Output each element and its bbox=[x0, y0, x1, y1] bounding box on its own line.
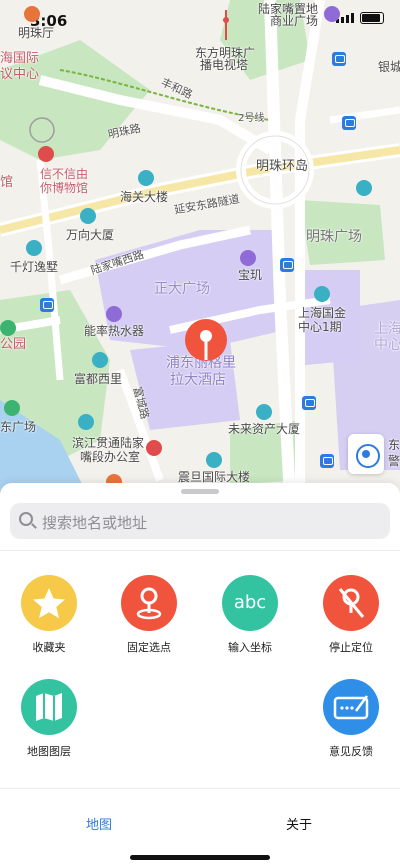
metro-station-icon[interactable] bbox=[342, 116, 356, 130]
action-label: 固定选点 bbox=[127, 641, 171, 654]
building-icon[interactable] bbox=[26, 240, 42, 256]
map-label: 馆 bbox=[0, 175, 14, 190]
action-label: 收藏夹 bbox=[32, 641, 66, 654]
input-coordinates-button[interactable]: abc 输入坐标 bbox=[205, 575, 295, 655]
tab-about[interactable]: 关于 bbox=[286, 814, 312, 833]
star-icon bbox=[21, 575, 77, 631]
shopping-icon[interactable] bbox=[106, 306, 122, 322]
divider bbox=[0, 550, 400, 551]
shopping-icon[interactable] bbox=[324, 6, 340, 22]
map-label: 千灯逸墅 bbox=[10, 260, 59, 274]
map-label: 中心1期 bbox=[298, 320, 342, 334]
map-label: 银城中 bbox=[378, 60, 400, 74]
map-label: 滨江贯通陆家 bbox=[72, 436, 145, 450]
abc-icon: abc bbox=[222, 575, 278, 631]
map-label: 海关大楼 bbox=[120, 190, 169, 204]
abc-glyph: abc bbox=[233, 592, 267, 613]
map-label: 公园 bbox=[0, 337, 27, 352]
map-label: 嘴段办公室 bbox=[80, 450, 141, 464]
metro-station-icon[interactable] bbox=[302, 396, 316, 410]
tab-map[interactable]: 地图 bbox=[86, 814, 112, 833]
museum-icon[interactable] bbox=[38, 146, 54, 162]
map-label: 2号线 bbox=[238, 113, 265, 124]
map-label: 中心 bbox=[374, 337, 400, 353]
feedback-button[interactable]: 意见反馈 bbox=[306, 679, 396, 759]
building-icon[interactable] bbox=[256, 404, 272, 420]
search-icon bbox=[19, 512, 33, 526]
map-label: 警 bbox=[388, 454, 400, 468]
action-label: 意见反馈 bbox=[329, 745, 373, 758]
metro-station-icon[interactable] bbox=[40, 298, 54, 312]
map-layers-icon bbox=[21, 679, 77, 735]
map-label: 能率热水器 bbox=[84, 324, 145, 338]
map-label: 明珠广场 bbox=[306, 229, 362, 245]
favorites-button[interactable]: 收藏夹 bbox=[4, 575, 94, 655]
locate-me-button[interactable] bbox=[348, 434, 384, 474]
location-off-icon bbox=[323, 575, 379, 631]
building-icon[interactable] bbox=[314, 286, 330, 302]
building-icon[interactable] bbox=[356, 180, 372, 196]
tab-bar: 地图 关于 bbox=[0, 788, 400, 865]
shopping-icon[interactable] bbox=[240, 250, 256, 266]
feedback-icon bbox=[323, 679, 379, 735]
map-label: 你博物馆 bbox=[40, 181, 89, 195]
fixed-point-button[interactable]: 固定选点 bbox=[104, 575, 194, 655]
map-label: 议中心 bbox=[0, 67, 40, 82]
building-icon[interactable] bbox=[138, 170, 154, 186]
park-icon[interactable] bbox=[0, 320, 16, 336]
search-input[interactable]: 搜索地名或地址 bbox=[10, 503, 390, 539]
action-label: 输入坐标 bbox=[228, 641, 272, 654]
action-label: 停止定位 bbox=[329, 641, 373, 654]
map-layers-button[interactable]: 地图图层 bbox=[4, 679, 94, 759]
home-indicator bbox=[130, 855, 270, 860]
map-label: 万向大厦 bbox=[66, 228, 115, 242]
map-label: 商业广场 bbox=[270, 14, 319, 28]
map-label: 海国际 bbox=[0, 51, 40, 66]
restaurant-icon[interactable] bbox=[24, 6, 40, 22]
map-label: 上海国金 bbox=[298, 306, 347, 320]
map-base-layer bbox=[0, 0, 400, 500]
building-icon[interactable] bbox=[92, 352, 108, 368]
map-label: 宝玑 bbox=[238, 268, 263, 282]
map-label: 东 bbox=[388, 438, 400, 452]
metro-station-icon[interactable] bbox=[280, 258, 294, 272]
search-placeholder: 搜索地名或地址 bbox=[42, 514, 148, 532]
building-icon[interactable] bbox=[80, 208, 96, 224]
battery-icon bbox=[360, 12, 384, 24]
map-label: 东广场 bbox=[0, 420, 37, 434]
park-icon[interactable] bbox=[4, 400, 20, 416]
center-pin-icon bbox=[185, 319, 227, 361]
metro-station-icon[interactable] bbox=[320, 454, 334, 468]
building-icon[interactable] bbox=[78, 414, 94, 430]
metro-station-icon[interactable] bbox=[332, 52, 346, 66]
map-label: 明珠环岛 bbox=[256, 159, 309, 174]
map-label: 震旦国际大楼 bbox=[178, 470, 251, 484]
map-label: 未来资产大厦 bbox=[228, 422, 301, 436]
government-icon[interactable] bbox=[146, 440, 162, 456]
building-icon[interactable] bbox=[206, 452, 222, 468]
bottom-sheet: 搜索地名或地址 收藏夹 固定选点 abc 输入坐标 停止定位 地图图层 意见反馈… bbox=[0, 483, 400, 865]
map-label: 富都西里 bbox=[74, 372, 123, 386]
sheet-grabber[interactable] bbox=[181, 489, 219, 494]
stop-location-button[interactable]: 停止定位 bbox=[306, 575, 396, 655]
pin-drop-icon bbox=[121, 575, 177, 631]
map-view[interactable]: 3:06 明珠厅 海国际 议中心 陆家嘴置地 商业广场 东方明珠广 播电视塔 丰… bbox=[0, 0, 400, 500]
map-label: 播电视塔 bbox=[200, 58, 249, 72]
map-label: 正大广场 bbox=[154, 281, 210, 297]
status-icons bbox=[336, 12, 384, 24]
map-label: 信不信由 bbox=[40, 167, 89, 181]
map-label: 明珠厅 bbox=[18, 26, 55, 40]
map-label: 上海 bbox=[374, 321, 400, 337]
action-label: 地图图层 bbox=[27, 745, 71, 758]
